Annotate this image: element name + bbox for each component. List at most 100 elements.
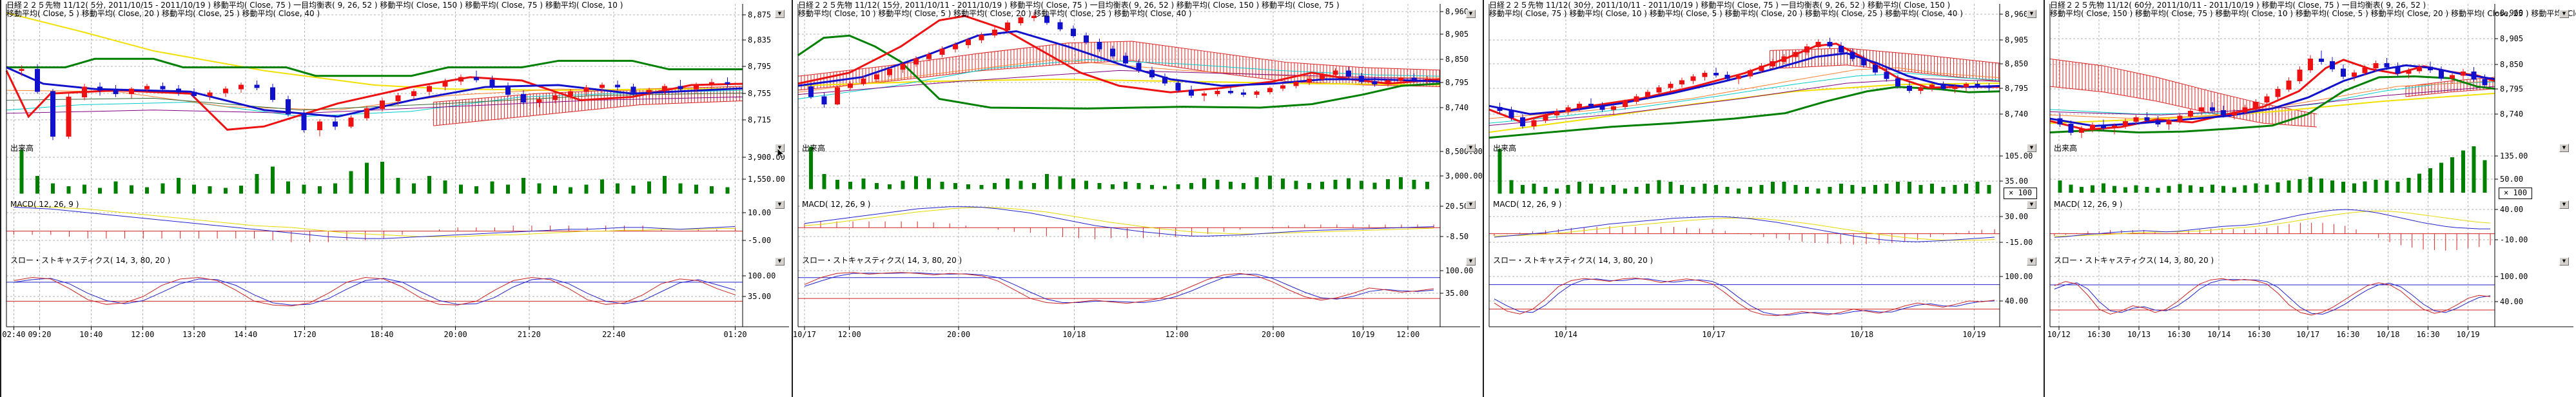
panel-dropdown-button[interactable]: ▼ <box>775 10 785 18</box>
macd-panel-label: MACD( 12, 26, 9 ) <box>2054 200 2122 209</box>
panel-dropdown-button[interactable]: ▼ <box>2559 10 2569 18</box>
x-axis-label: 20:00 <box>947 330 970 339</box>
panel-dropdown-button[interactable]: ▼ <box>1466 257 1476 266</box>
y-axis-label: 8,905 <box>2005 35 2028 44</box>
y-axis-label: 50.00 <box>2500 175 2523 184</box>
y-axis-label: 8,960 <box>2005 10 2028 19</box>
x-axis-label: 12:00 <box>131 330 154 339</box>
x-axis-label: 20:00 <box>1262 330 1285 339</box>
overlay-line-ma-green <box>6 59 743 75</box>
x-axis-label: 16:30 <box>2336 330 2359 339</box>
y-axis-label: 100.00 <box>748 271 776 280</box>
y-axis-label: 8,795 <box>748 62 771 71</box>
x-axis-label: 14:40 <box>234 330 257 339</box>
x-axis-label: 10/12 <box>2047 330 2071 339</box>
macd-line <box>2054 209 2490 237</box>
macd-panel-label: MACD( 12, 26, 9 ) <box>802 200 870 209</box>
panel-dropdown-button[interactable]: ▼ <box>2027 200 2036 209</box>
panel-dropdown-button[interactable]: ▼ <box>1466 10 1476 18</box>
y-axis-label: -15.00 <box>2005 238 2033 247</box>
y-axis-label: 35.00 <box>1445 289 1469 298</box>
stochastics-plot <box>6 277 743 305</box>
panel-dropdown-button[interactable]: ▼ <box>1466 144 1476 152</box>
y-axis-label: 8,500.00 <box>1445 147 1483 156</box>
chart-canvas[interactable]: 10/1216:3010/1316:3010/1416:3010/1716:30… <box>2045 0 2576 348</box>
stoch-k-line <box>2054 278 2490 315</box>
chart-canvas[interactable]: 10/1712:0020:0010/1812:0020:0010/1912:00… <box>793 0 1483 348</box>
chart-canvas[interactable]: 02:4009:2010:4012:0013:2014:4017:2018:40… <box>1 0 792 348</box>
x-axis-label: 10/13 <box>2127 330 2151 339</box>
y-axis-label: 20.50 <box>1445 202 1469 211</box>
stoch-panel-label: スロー・ストキャスティクス( 14, 3, 80, 20 ) <box>1493 256 1653 265</box>
y-axis-label: 8,795 <box>1445 78 1469 87</box>
macd-signal-line <box>2054 211 2490 236</box>
chart-window-nikkei225-future-5min: 02:4009:2010:4012:0013:2014:4017:2018:40… <box>0 0 792 397</box>
macd-line <box>805 207 1434 236</box>
y-axis-label: 40.00 <box>2005 296 2028 305</box>
panel-dropdown-button[interactable]: ▼ <box>775 200 785 209</box>
y-axis-label: 8,835 <box>748 35 771 44</box>
volume-panel-label: 出来高 <box>1493 143 1516 153</box>
x-axis-label: 12:00 <box>1396 330 1420 339</box>
panel-dropdown-button[interactable]: ▼ <box>2559 257 2569 266</box>
stoch-k-line <box>1494 278 1995 316</box>
y-axis-label: 100.00 <box>1445 266 1473 275</box>
x-axis-label: 10/19 <box>1351 330 1374 339</box>
x-axis-label: 01:20 <box>724 330 747 339</box>
panel-dropdown-button[interactable]: ▼ <box>1466 200 1476 209</box>
y-axis-label: 8,795 <box>2005 84 2028 93</box>
x-axis-label: 16:30 <box>2416 330 2439 339</box>
volume-panel-label: 出来高 <box>2054 143 2077 153</box>
y-axis-label: 35.00 <box>2005 177 2028 186</box>
stoch-panel-label: スロー・ストキャスティクス( 14, 3, 80, 20 ) <box>2054 256 2214 265</box>
panel-dropdown-button[interactable]: ▼ <box>2027 144 2036 152</box>
overlay-line-ma-yellow <box>6 13 743 90</box>
x-axis-label: 22:40 <box>602 330 625 339</box>
volume-bars <box>809 146 1429 189</box>
y-axis-label: 10.00 <box>748 208 771 217</box>
chart-window-nikkei225-future-30min: 10/1410/1710/1810/198,9608,9058,8508,795… <box>1483 0 2044 397</box>
y-axis-label: 30.00 <box>2005 212 2028 221</box>
x-axis-label: 10/19 <box>1962 330 1986 339</box>
chart-canvas[interactable]: 10/1410/1710/1810/198,9608,9058,8508,795… <box>1484 0 2044 348</box>
y-axis-label: 8,740 <box>1445 103 1469 112</box>
candlesticks <box>809 12 1430 108</box>
x-axis-label: 21:20 <box>518 330 541 339</box>
overlay-line-ma-red <box>6 71 743 130</box>
y-axis-label: 35.00 <box>748 292 771 301</box>
x-axis-label: 10/14 <box>1554 330 1577 339</box>
macd-plot <box>6 206 743 242</box>
panel-dropdown-button[interactable]: ▼ <box>2027 10 2036 18</box>
volume-multiplier-box: × 100 <box>2004 188 2037 199</box>
x-axis-label: 10/19 <box>2457 330 2480 339</box>
y-axis-label: 8,850 <box>2500 60 2523 69</box>
x-axis-label: 10:40 <box>79 330 102 339</box>
y-axis-label: 8,850 <box>2005 59 2028 68</box>
overlay-line-ma-green <box>798 35 1440 108</box>
chart-window-nikkei225-future-60min: 10/1216:3010/1316:3010/1416:3010/1716:30… <box>2044 0 2576 397</box>
macd-plot <box>798 207 1440 239</box>
macd-panel-label: MACD( 12, 26, 9 ) <box>10 200 79 209</box>
y-axis-label: 8,755 <box>748 89 771 98</box>
y-axis-label: 40.00 <box>2500 297 2523 306</box>
x-axis-label: 10/18 <box>1062 330 1086 339</box>
y-axis-label: 8,905 <box>2500 34 2523 43</box>
panel-dropdown-button[interactable]: ▼ <box>2559 144 2569 152</box>
x-axis-label: 20:00 <box>444 330 467 339</box>
chart-title-line2: 移動平均( Close, 75 ) 移動平均( Close, 10 ) 移動平均… <box>1489 10 1963 18</box>
x-axis-label: 10/17 <box>793 330 816 339</box>
y-axis-label: 100.00 <box>2005 272 2033 281</box>
panel-dropdown-button[interactable]: ▼ <box>2027 257 2036 266</box>
x-axis-label: 10/18 <box>1850 330 1873 339</box>
volume-multiplier-box: × 100 <box>2499 188 2532 199</box>
x-axis-label: 16:30 <box>2167 330 2191 339</box>
volume-bars <box>20 150 730 193</box>
y-axis-label: -8.50 <box>1445 232 1469 241</box>
chart-title-line2: 移動平均( Close, 5 ) 移動平均( Close, 20 ) 移動平均(… <box>6 10 320 18</box>
panel-dropdown-button[interactable]: ▼ <box>775 257 785 266</box>
chart-window-nikkei225-future-15min: 10/1712:0020:0010/1812:0020:0010/1912:00… <box>792 0 1483 397</box>
x-axis-label: 10/17 <box>2296 330 2319 339</box>
x-axis-label: 13:20 <box>182 330 206 339</box>
x-axis-label: 09:20 <box>28 330 51 339</box>
panel-dropdown-button[interactable]: ▼ <box>2559 200 2569 209</box>
